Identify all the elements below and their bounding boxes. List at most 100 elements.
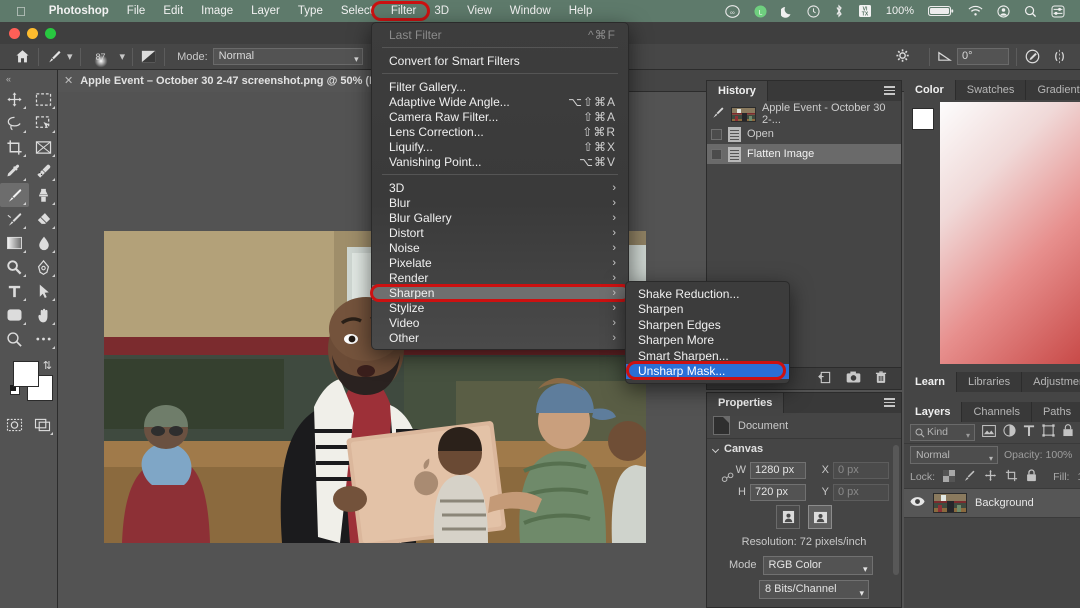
creative-cloud-icon[interactable]: ∞: [718, 5, 747, 18]
menu-type[interactable]: Type: [289, 0, 332, 22]
menu-item-video[interactable]: Video ›: [372, 315, 628, 330]
properties-scrollbar[interactable]: [893, 445, 899, 575]
tab-learn[interactable]: Learn: [904, 372, 957, 392]
home-icon[interactable]: [14, 48, 31, 65]
layer-opacity-value[interactable]: 100%: [1046, 449, 1073, 461]
dodge-tool[interactable]: [0, 255, 29, 279]
clock-icon[interactable]: [800, 5, 827, 18]
type-layers-icon[interactable]: [1023, 424, 1035, 442]
menu-item-camera-raw-filter[interactable]: Camera Raw Filter... ⇧⌘A: [372, 109, 628, 124]
path-selection-tool[interactable]: [29, 279, 58, 303]
menu-window[interactable]: Window: [501, 0, 560, 22]
camera-icon[interactable]: [846, 371, 861, 386]
lock-position-icon[interactable]: [984, 469, 997, 485]
menu-item-pixelate[interactable]: Pixelate ›: [372, 255, 628, 270]
brush-preset-chevron-down-icon[interactable]: ▾: [67, 50, 73, 63]
account-icon[interactable]: [990, 5, 1017, 18]
swap-colors-icon[interactable]: ⇅: [43, 359, 52, 372]
width-field[interactable]: 1280 px: [750, 462, 806, 479]
submenu-item-sharpen-more[interactable]: Sharpen More: [626, 333, 789, 349]
moon-icon[interactable]: [774, 5, 800, 18]
angle-field[interactable]: 0°: [957, 48, 1009, 65]
menu-item-blur-gallery[interactable]: Blur Gallery ›: [372, 210, 628, 225]
menu-file[interactable]: File: [118, 0, 155, 22]
layer-blend-mode-select[interactable]: Normal ▾: [910, 446, 998, 464]
menu-item-other[interactable]: Other ›: [372, 330, 628, 345]
apple-logo-icon[interactable]: : [16, 5, 26, 18]
history-brush-tool[interactable]: [0, 207, 29, 231]
x-field[interactable]: 0 px: [833, 462, 889, 479]
menu-help[interactable]: Help: [560, 0, 602, 22]
menu-item-distort[interactable]: Distort ›: [372, 225, 628, 240]
history-item-flatten-image[interactable]: Flatten Image: [707, 144, 901, 164]
brush-tool[interactable]: [0, 183, 29, 207]
shape-layers-icon[interactable]: [1042, 424, 1055, 442]
tab-layers[interactable]: Layers: [904, 402, 962, 422]
tab-libraries[interactable]: Libraries: [957, 372, 1022, 392]
menu-image[interactable]: Image: [192, 0, 242, 22]
menu-filter[interactable]: Filter: [382, 0, 426, 22]
menu-item-blur[interactable]: Blur ›: [372, 195, 628, 210]
landscape-orientation-icon[interactable]: [808, 505, 832, 529]
clone-stamp-tool[interactable]: [29, 183, 58, 207]
lasso-tool[interactable]: [0, 111, 29, 135]
document-tab[interactable]: ✕ Apple Event – October 30 2-47 screensh…: [58, 70, 405, 92]
tab-adjustments[interactable]: Adjustments: [1022, 372, 1080, 392]
crop-tool[interactable]: [0, 135, 29, 159]
frame-tool[interactable]: [29, 135, 58, 159]
bit-depth-select[interactable]: 8 Bits/Channel ▾: [759, 580, 869, 599]
submenu-item-sharpen-edges[interactable]: Sharpen Edges: [626, 317, 789, 333]
tab-channels[interactable]: Channels: [962, 402, 1031, 422]
foreground-color-swatch[interactable]: [912, 108, 934, 130]
y-field[interactable]: 0 px: [833, 484, 889, 501]
history-item-open[interactable]: Open: [707, 124, 901, 144]
adjustment-layers-icon[interactable]: [1003, 424, 1016, 442]
lock-image-pixels-icon[interactable]: [963, 469, 976, 485]
gear-icon[interactable]: [895, 48, 912, 65]
symmetry-icon[interactable]: [1051, 48, 1068, 65]
link-dimensions-icon[interactable]: ☍: [721, 470, 734, 486]
spot-healing-brush-tool[interactable]: [29, 159, 58, 183]
menu-item-convert-for-smart-filters[interactable]: Convert for Smart Filters: [372, 53, 628, 68]
smoothing-icon[interactable]: [1024, 48, 1041, 65]
blur-tool[interactable]: [29, 231, 58, 255]
eye-icon[interactable]: [910, 496, 925, 510]
lock-transparent-pixels-icon[interactable]: [943, 470, 955, 485]
layer-filter-kind-select[interactable]: Kind ▾: [910, 424, 975, 441]
smart-objects-icon[interactable]: [1062, 424, 1074, 442]
menu-photoshop[interactable]: Photoshop: [40, 0, 118, 22]
menu-layer[interactable]: Layer: [242, 0, 289, 22]
close-icon[interactable]: ✕: [64, 74, 73, 87]
line-app-icon[interactable]: L: [747, 5, 774, 18]
tab-properties[interactable]: Properties: [707, 393, 784, 413]
input-source-icon[interactable]: VITX: [851, 4, 879, 18]
tab-gradients[interactable]: Gradients: [1026, 80, 1080, 100]
menu-item-render[interactable]: Render ›: [372, 270, 628, 285]
pixel-layers-icon[interactable]: [982, 424, 996, 442]
menu-item-3d[interactable]: 3D ›: [372, 180, 628, 195]
screen-mode-icon[interactable]: [30, 413, 56, 437]
create-document-from-state-icon[interactable]: [818, 371, 832, 387]
menu-item-filter-gallery[interactable]: Filter Gallery...: [372, 79, 628, 94]
menu-item-stylize[interactable]: Stylize ›: [372, 300, 628, 315]
edit-toolbar-icon[interactable]: [29, 327, 58, 351]
tab-paths[interactable]: Paths: [1032, 402, 1080, 422]
submenu-item-sharpen[interactable]: Sharpen: [626, 302, 789, 318]
pen-tool[interactable]: [29, 255, 58, 279]
rectangular-marquee-tool[interactable]: [29, 87, 58, 111]
submenu-item-unsharp-mask[interactable]: Unsharp Mask...: [626, 364, 789, 380]
submenu-item-shake-reduction[interactable]: Shake Reduction...: [626, 286, 789, 302]
wifi-icon[interactable]: [961, 5, 990, 17]
height-field[interactable]: 720 px: [750, 484, 806, 501]
tab-color[interactable]: Color: [904, 80, 956, 100]
menu-select[interactable]: Select: [332, 0, 382, 22]
menu-view[interactable]: View: [458, 0, 501, 22]
lock-all-icon[interactable]: [1026, 469, 1037, 485]
foreground-color-swatch[interactable]: [13, 361, 39, 387]
lock-artboard-icon[interactable]: [1005, 469, 1018, 485]
portrait-orientation-icon[interactable]: [776, 505, 800, 529]
panel-menu-icon[interactable]: [884, 86, 895, 95]
quick-mask-icon[interactable]: [1, 413, 27, 437]
color-ramp[interactable]: [940, 102, 1080, 364]
menu-3d[interactable]: 3D: [425, 0, 458, 22]
